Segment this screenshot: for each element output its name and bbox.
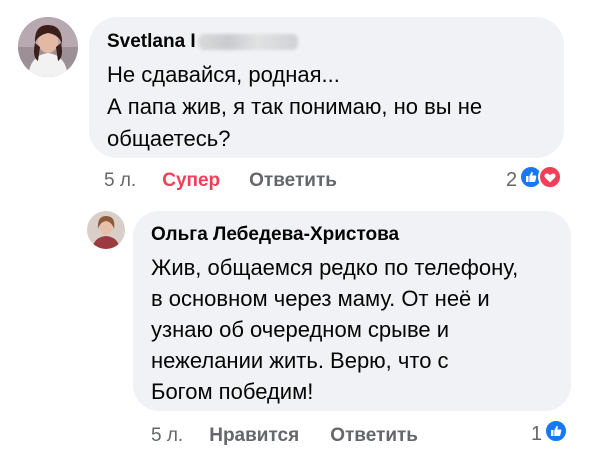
reply-author[interactable]: Ольга Лебедева-Христова bbox=[151, 224, 553, 246]
reply-reactions[interactable]: 1 bbox=[531, 419, 569, 449]
reply-age[interactable]: 5 л. bbox=[151, 425, 183, 447]
comment-reply-button[interactable]: Ответить bbox=[249, 170, 337, 192]
like-icon bbox=[544, 419, 569, 449]
comment-age[interactable]: 5 л. bbox=[104, 170, 136, 192]
comment-reaction-count: 2 bbox=[506, 168, 518, 191]
reply-reply-button[interactable]: Ответить bbox=[330, 425, 418, 447]
super-reaction-button[interactable]: Супер bbox=[162, 170, 220, 192]
replier-avatar[interactable] bbox=[87, 211, 125, 249]
comment-actions: 5 л. Супер Ответить bbox=[104, 169, 337, 193]
reply-actions: 5 л. Нравится Ответить bbox=[151, 424, 418, 448]
love-icon bbox=[538, 165, 563, 195]
commenter-avatar[interactable] bbox=[18, 17, 78, 77]
comment-reactions[interactable]: 2 bbox=[506, 165, 563, 195]
reply-text: Жив, общаемся редко по телефону, в основ… bbox=[151, 255, 519, 404]
reply-bubble: Ольга Лебедева-Христова Жив, общаемся ре… bbox=[133, 211, 571, 411]
like-button[interactable]: Нравится bbox=[209, 425, 299, 447]
comment-author[interactable]: Svetlana I bbox=[107, 31, 546, 53]
reply-reaction-count: 1 bbox=[531, 422, 543, 445]
comment-text: Не сдавайся, родная... А папа жив, я так… bbox=[107, 62, 483, 151]
redacted-surname bbox=[197, 33, 298, 50]
comment-bubble: Svetlana I Не сдавайся, родная... А папа… bbox=[89, 17, 564, 158]
